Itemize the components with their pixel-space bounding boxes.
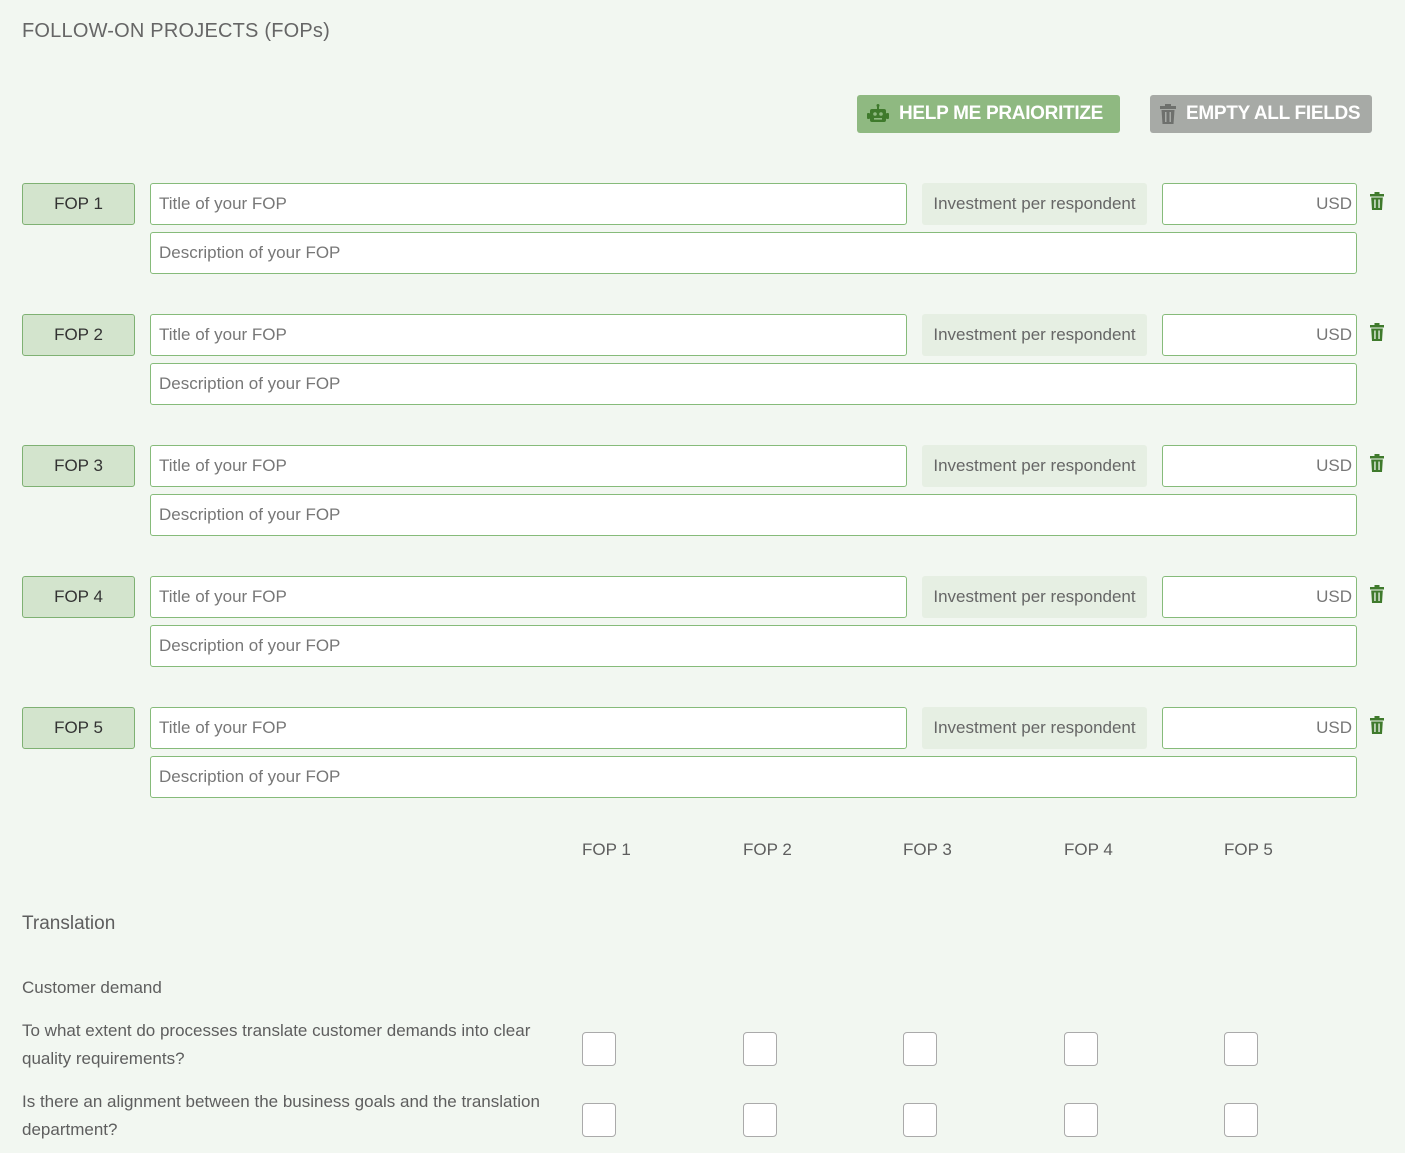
fop-row-4: FOP 4 Investment per respondent USD bbox=[0, 576, 1405, 691]
help-me-prioritize-button[interactable]: HELP ME PRAIORITIZE bbox=[857, 95, 1120, 133]
fop-label: FOP 3 bbox=[22, 445, 135, 487]
matrix-column-header: FOP 4 bbox=[1064, 840, 1113, 859]
fop-row-2: FOP 2 Investment per respondent USD bbox=[0, 314, 1405, 429]
fop-label: FOP 1 bbox=[22, 183, 135, 225]
fop-checkbox[interactable] bbox=[582, 1032, 616, 1066]
empty-all-fields-label: EMPTY ALL FIELDS bbox=[1186, 103, 1361, 124]
investment-amount-input[interactable] bbox=[1162, 576, 1357, 618]
investment-amount-input[interactable] bbox=[1162, 707, 1357, 749]
fop-description-input[interactable] bbox=[150, 363, 1357, 405]
help-me-prioritize-label: HELP ME PRAIORITIZE bbox=[899, 103, 1104, 124]
fop-row-5: FOP 5 Investment per respondent USD bbox=[0, 707, 1405, 822]
empty-all-fields-button[interactable]: EMPTY ALL FIELDS bbox=[1150, 95, 1372, 133]
investment-amount-input[interactable] bbox=[1162, 445, 1357, 487]
fop-checkbox[interactable] bbox=[903, 1103, 937, 1137]
robot-icon bbox=[867, 104, 889, 122]
fop-title-input[interactable] bbox=[150, 314, 907, 356]
fop-checkbox[interactable] bbox=[743, 1032, 777, 1066]
investment-label: Investment per respondent bbox=[922, 183, 1147, 225]
investment-amount-input[interactable] bbox=[1162, 314, 1357, 356]
fop-label: FOP 2 bbox=[22, 314, 135, 356]
fop-label: FOP 5 bbox=[22, 707, 135, 749]
investment-amount-input[interactable] bbox=[1162, 183, 1357, 225]
fop-checkbox[interactable] bbox=[743, 1103, 777, 1137]
section-title: Translation bbox=[22, 913, 116, 934]
fop-checkbox[interactable] bbox=[903, 1032, 937, 1066]
investment-label: Investment per respondent bbox=[922, 314, 1147, 356]
subsection-title: Customer demand bbox=[22, 978, 162, 997]
fop-checkbox[interactable] bbox=[1224, 1103, 1258, 1137]
trash-icon[interactable] bbox=[1370, 716, 1384, 734]
matrix-column-header: FOP 5 bbox=[1224, 840, 1273, 859]
fop-description-input[interactable] bbox=[150, 232, 1357, 274]
fop-title-input[interactable] bbox=[150, 707, 907, 749]
fop-checkbox[interactable] bbox=[582, 1103, 616, 1137]
trash-icon[interactable] bbox=[1370, 454, 1384, 472]
fop-title-input[interactable] bbox=[150, 445, 907, 487]
matrix-column-header: FOP 3 bbox=[903, 840, 952, 859]
fop-checkbox[interactable] bbox=[1224, 1032, 1258, 1066]
matrix-column-header: FOP 1 bbox=[582, 840, 631, 859]
fop-title-input[interactable] bbox=[150, 183, 907, 225]
trash-icon[interactable] bbox=[1370, 585, 1384, 603]
page-title: FOLLOW-ON PROJECTS (FOPs) bbox=[22, 20, 330, 42]
investment-label: Investment per respondent bbox=[922, 576, 1147, 618]
investment-label: Investment per respondent bbox=[922, 445, 1147, 487]
fop-checkbox[interactable] bbox=[1064, 1103, 1098, 1137]
trash-icon[interactable] bbox=[1370, 192, 1384, 210]
question-text: To what extent do processes translate cu… bbox=[22, 1021, 531, 1068]
trash-icon[interactable] bbox=[1370, 323, 1384, 341]
question-text: Is there an alignment between the busine… bbox=[22, 1092, 540, 1139]
matrix-column-header: FOP 2 bbox=[743, 840, 792, 859]
fop-row-3: FOP 3 Investment per respondent USD bbox=[0, 445, 1405, 560]
fop-label: FOP 4 bbox=[22, 576, 135, 618]
fop-checkbox[interactable] bbox=[1064, 1032, 1098, 1066]
fop-title-input[interactable] bbox=[150, 576, 907, 618]
fop-description-input[interactable] bbox=[150, 494, 1357, 536]
investment-label: Investment per respondent bbox=[922, 707, 1147, 749]
fop-row-1: FOP 1 Investment per respondent USD bbox=[0, 183, 1405, 298]
fop-description-input[interactable] bbox=[150, 756, 1357, 798]
fop-description-input[interactable] bbox=[150, 625, 1357, 667]
trash-icon bbox=[1160, 104, 1176, 124]
